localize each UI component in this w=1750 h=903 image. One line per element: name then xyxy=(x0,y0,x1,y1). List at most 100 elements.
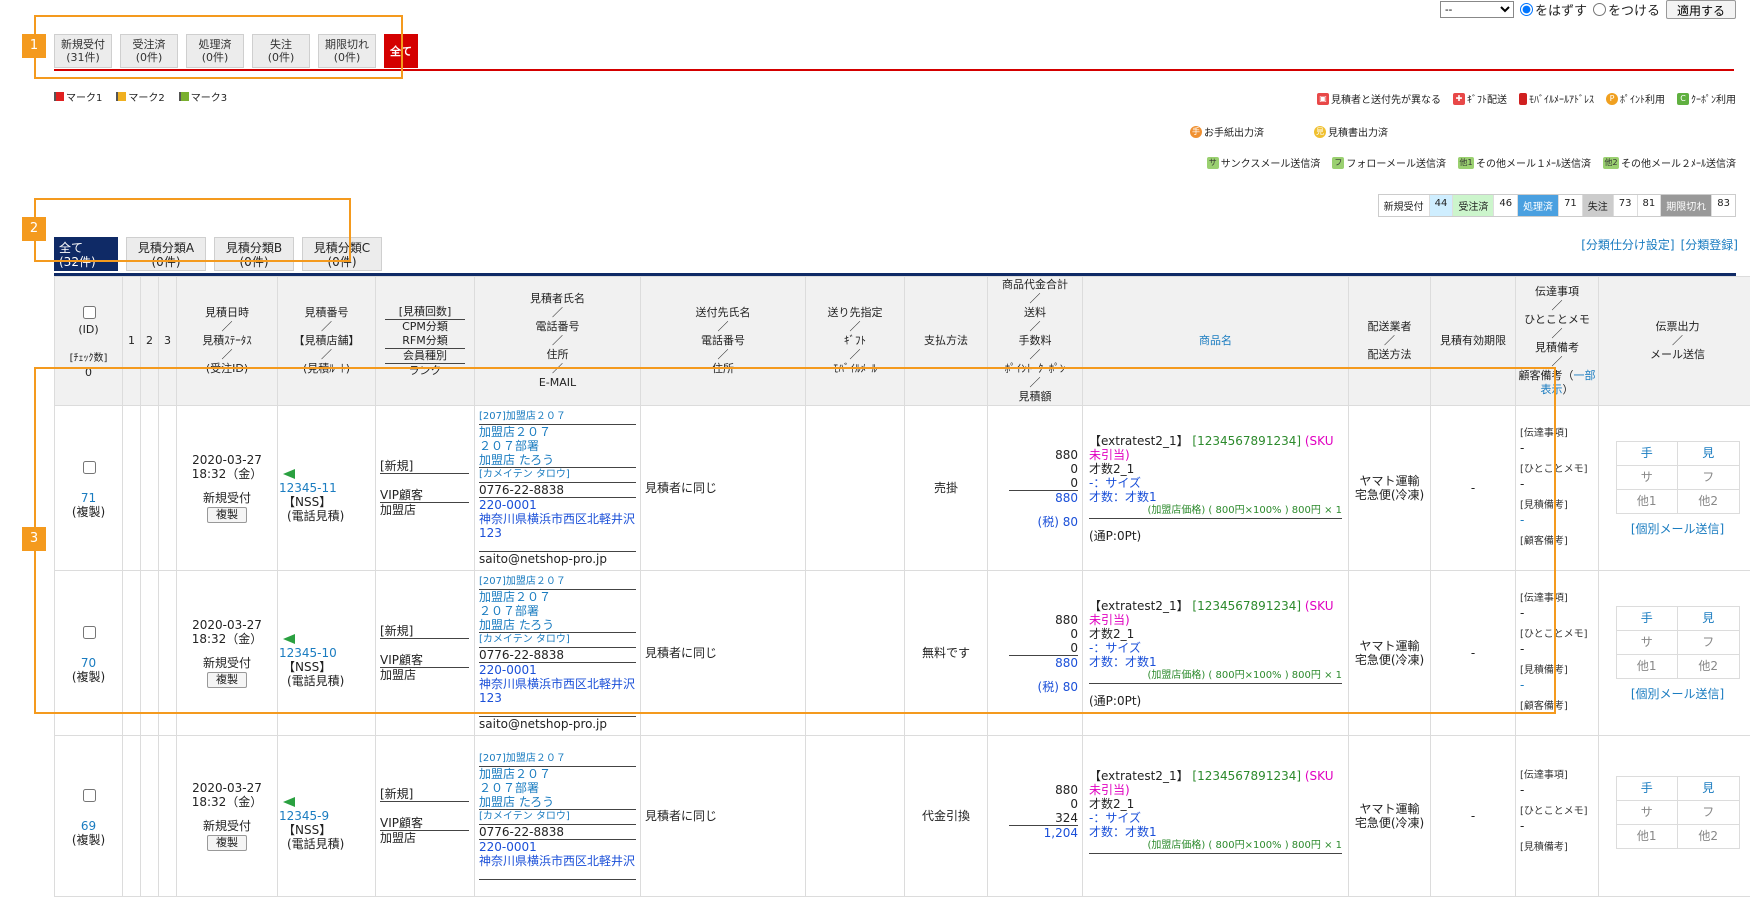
follow-mail-button[interactable]: フ xyxy=(1677,799,1740,825)
other-mail-2-button[interactable]: 他2 xyxy=(1677,488,1740,514)
thanks-mail-button[interactable]: サ xyxy=(1615,629,1678,655)
quote-number-link[interactable]: 12345-9 xyxy=(279,809,374,823)
quote-date: 2020-03-27 xyxy=(192,781,262,795)
mark-1: マーク1 xyxy=(54,89,102,104)
customer-kana: [カメイテン タロウ] xyxy=(479,810,636,825)
cell-output: 手見 サフ 他1 他2 xyxy=(1598,735,1750,897)
quote-print-button[interactable]: 見 xyxy=(1677,605,1740,631)
individual-mail-link[interactable]: [個別メール送信] xyxy=(1600,522,1750,536)
radio-add-label: をつける xyxy=(1607,4,1660,19)
quote-route: (電話見積) xyxy=(287,837,345,851)
shipping-fee: 0 xyxy=(1070,796,1078,811)
letter-print-button[interactable]: 手 xyxy=(1615,775,1678,801)
apply-button[interactable]: 適用する xyxy=(1665,0,1736,19)
radio-remove-input[interactable] xyxy=(1519,3,1533,16)
quote-print-button[interactable]: 見 xyxy=(1677,775,1740,801)
other-mail-1-button[interactable]: 他1 xyxy=(1615,823,1678,849)
header-product-link[interactable]: 商品名 xyxy=(1199,334,1232,347)
status-count-bar: 新規受付 44 受注済 46 処理済 71 失注 73 81 期限切れ 83 xyxy=(1377,194,1736,217)
other-mail-1-button[interactable]: 他1 xyxy=(1615,653,1678,679)
header-text: ／ xyxy=(717,320,729,333)
customer-zip: 220-0001 xyxy=(479,840,537,854)
quote-icon: 見 xyxy=(1314,125,1326,138)
radio-remove-label: をはずす xyxy=(1534,4,1587,19)
red-flag-icon xyxy=(54,92,64,101)
bulk-mark-select[interactable]: -- xyxy=(1439,1,1514,18)
count-label-processed: 処理済 xyxy=(1518,195,1560,216)
note-label: [見積備考] xyxy=(1520,842,1568,853)
legend-other2: 他2 その他メール２ﾒｰﾙ送信済 xyxy=(1603,155,1736,170)
cell-amount: 880 0 324 1,204 xyxy=(987,735,1083,897)
header-text: ） xyxy=(1562,383,1574,396)
bulk-action-bar: -- をはずす をつける 適用する xyxy=(1439,0,1736,19)
copy-button[interactable]: 複製 xyxy=(207,835,247,851)
header-text: ／ xyxy=(1384,334,1395,347)
category-links: [分類仕分け設定] [分類登録] xyxy=(1581,236,1738,253)
thanks-mail-button[interactable]: サ xyxy=(1615,464,1678,490)
mark-label: マーク1 xyxy=(66,93,103,104)
radio-add[interactable]: をつける xyxy=(1592,0,1660,19)
row-id-link[interactable]: 69 xyxy=(81,819,96,833)
header-text: 伝達事項 xyxy=(1535,285,1579,298)
shipping-method: 宅急便(冷凍) xyxy=(1354,816,1425,830)
header-text: 見積ｽﾃｰﾀｽ xyxy=(202,334,252,347)
legend-label: ｷﾞﾌﾄ配送 xyxy=(1467,95,1507,106)
header-text: ｷﾞﾌﾄ xyxy=(844,334,866,347)
cell-customer: [207]加盟店２０７ 加盟店２０７ ２０７部署 加盟店 たろう [カメイテン … xyxy=(474,735,641,897)
shipper-name: ヤマト運輸 xyxy=(1359,802,1420,816)
dest-name: 見積者に同じ xyxy=(645,809,718,823)
customer-shop-link[interactable]: [207]加盟店２０７ xyxy=(479,752,636,767)
cell-mark-3[interactable] xyxy=(158,735,177,897)
legend-label: お手紙出力済 xyxy=(1204,128,1264,139)
category-register-link[interactable]: [分類登録] xyxy=(1681,236,1738,253)
follow-mail-button[interactable]: フ xyxy=(1677,629,1740,655)
row-checkbox[interactable] xyxy=(82,788,96,802)
annotation-badge-1: 1 xyxy=(22,34,46,58)
thanks-mail-button[interactable]: サ xyxy=(1615,799,1678,825)
follow-mail-button[interactable]: フ xyxy=(1677,464,1740,490)
cell-id: 69 (複製) xyxy=(54,735,123,897)
legend-label: ﾎﾟｲﾝﾄ利用 xyxy=(1620,95,1665,106)
header-text: ／ xyxy=(321,320,332,333)
header-text: ／ xyxy=(552,306,563,319)
letter-print-button[interactable]: 手 xyxy=(1615,440,1678,466)
count-value-expired: 83 xyxy=(1717,198,1730,209)
quote-print-button[interactable]: 見 xyxy=(1677,440,1740,466)
cell-count: [新規] VIP顧客 加盟店 xyxy=(375,735,475,897)
icon-legend-2: 手お手紙出力済 見見積書出力済 xyxy=(1190,124,1388,139)
quote-shop: 【NSS】 xyxy=(283,823,332,837)
cell-output: 手見 サフ 他1 他2 [個別メール送信] xyxy=(1598,570,1750,736)
cell-payment: 代金引換 xyxy=(904,735,988,897)
other-mail-2-button[interactable]: 他2 xyxy=(1677,653,1740,679)
header-text: 配送方法 xyxy=(1367,348,1412,361)
handling-fee: 324 xyxy=(1009,811,1078,826)
radio-remove[interactable]: をはずす xyxy=(1519,0,1587,19)
legend-label: ｸｰﾎﾟﾝ利用 xyxy=(1691,95,1736,106)
other-mail-1-button[interactable]: 他1 xyxy=(1615,488,1678,514)
legend-gift: ✚ ｷﾞﾌﾄ配送 xyxy=(1453,91,1507,106)
quote-time: 18:32（金） xyxy=(191,795,263,809)
count-value-lost: 73 xyxy=(1614,195,1638,216)
cell-mark-2[interactable] xyxy=(140,735,159,897)
icon-legend-1: ▣ 見積者と送付先が異なる ✚ ｷﾞﾌﾄ配送 ﾓﾊﾞｲﾙﾒｰﾙｱﾄﾞﾚｽ P ﾎﾟｲﾝ… xyxy=(1317,91,1736,106)
legend-label: 見積書出力済 xyxy=(1328,128,1388,139)
customer-email: saito@netshop-pro.jp xyxy=(479,717,608,731)
radio-add-input[interactable] xyxy=(1592,3,1606,16)
annotation-badge-3: 3 xyxy=(22,527,46,551)
output-button-grid: 手見 サフ 他1 他2 xyxy=(1615,440,1740,514)
individual-mail-link[interactable]: [個別メール送信] xyxy=(1600,687,1750,701)
category-settings-link[interactable]: [分類仕分け設定] xyxy=(1581,236,1674,253)
cell-mark-1[interactable] xyxy=(122,735,141,897)
truck-icon: ▣ xyxy=(1317,92,1329,105)
cell-spec xyxy=(805,735,905,897)
header-text: 見積番号 xyxy=(304,306,349,319)
select-all-checkbox[interactable] xyxy=(82,305,96,319)
payment-method: 代金引換 xyxy=(921,809,970,823)
legend-label: その他メール２ﾒｰﾙ送信済 xyxy=(1621,159,1736,170)
header-text: ／ xyxy=(552,334,563,347)
header-text: CPM分類 xyxy=(402,319,448,333)
header-text: 送り先指定 xyxy=(827,306,883,319)
letter-print-button[interactable]: 手 xyxy=(1615,605,1678,631)
cell-expiry: - xyxy=(1430,735,1516,897)
other-mail-2-button[interactable]: 他2 xyxy=(1677,823,1740,849)
